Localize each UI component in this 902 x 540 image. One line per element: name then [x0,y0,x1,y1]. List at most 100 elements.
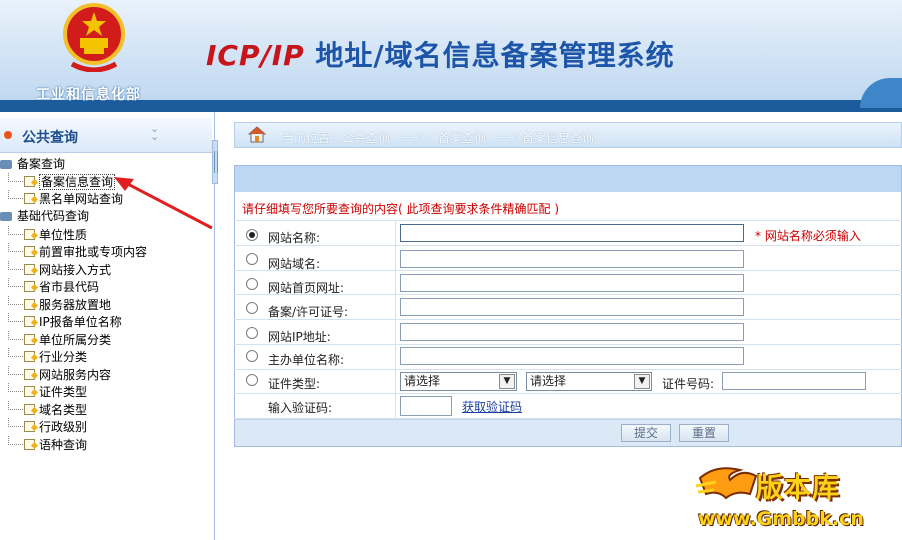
tree-line [8,313,23,322]
cert-number-label: 证件号码: [662,377,715,391]
tree-item-label: 省市县代码 [39,280,100,294]
homepage-input[interactable] [400,274,744,292]
document-icon [24,421,35,432]
sponsor-radio[interactable] [246,350,258,362]
site-name-radio[interactable] [246,229,258,241]
cert-number-input[interactable] [722,372,866,390]
tree-group-label: 基础代码查询 [17,209,90,223]
tree-item-label: 前置审批或专项内容 [39,245,148,259]
panel-bottom-bar [235,419,901,446]
tree-item-label: 语种查询 [39,437,88,452]
license-radio[interactable] [246,302,258,314]
document-icon [24,246,35,257]
tree-item-cert-type[interactable]: 证件类型 [0,383,87,400]
document-icon [24,193,35,204]
tree-item-blacklist-query[interactable]: 黑名单网站查询 [0,190,123,207]
tree-item-filing-info-query[interactable]: 备案信息查询 [0,173,116,190]
tree-item-label: 单位所属分类 [39,332,112,347]
document-icon [24,298,35,310]
tree-item-label: IP报备单位名称 [39,315,122,329]
row-divider [234,270,902,271]
header-wave [860,78,902,108]
tree-item-label: 证件类型 [39,385,88,399]
tree-line [8,295,23,305]
domain-label: 网站域名: [268,257,321,271]
get-captcha-link[interactable]: 获取验证码 [462,398,522,415]
domain-radio[interactable] [246,253,258,265]
ip-input[interactable] [400,323,744,341]
cert-subtype-select-value: 请选择 [530,374,567,388]
tree-item-label: 备案信息查询 [39,174,116,190]
sponsor-label: 主办单位名称: [268,353,345,367]
tree-item-unit-category[interactable]: 单位所属分类 [0,330,112,348]
tree-line [8,260,23,270]
tree-item-server-location[interactable]: 服务器放置地 [0,295,112,313]
annotation-arrow-icon [114,177,213,230]
document-icon [24,316,35,327]
national-emblem-icon [63,3,125,72]
chevron-down-icon[interactable]: ▼ [634,374,650,389]
folder-icon [0,212,12,221]
sponsor-input[interactable] [400,347,744,365]
cert-subtype-select[interactable]: 请选择 ▼ [526,372,652,391]
folder-icon [0,160,12,169]
cert-type-select-value: 请选择 [404,374,441,388]
tree-item-label: 行业分类 [39,350,88,364]
system-title-cn: 地址/域名信息备案管理系统 [315,39,675,72]
site-name-input[interactable] [400,224,744,242]
cert-type-label: 证件类型: [268,377,321,391]
tree-group-label: 备案查询 [17,157,66,171]
tree-line [8,243,23,252]
system-title-latin: ICP/IP [206,39,316,72]
tree-item-unit-nature[interactable]: 单位性质 [0,225,87,243]
document-icon [24,333,35,345]
tree-item-label: 网站接入方式 [39,262,112,277]
tree-item-label: 域名类型 [39,402,88,417]
submit-button[interactable]: 提交 [621,424,671,442]
cert-type-select[interactable]: 请选择 ▼ [400,372,517,391]
license-label: 备案/许可证号: [268,305,349,319]
tree-line [8,225,23,235]
tree-item-ip-unit[interactable]: IP报备单位名称 [0,313,122,330]
tree-item-label: 服务器放置地 [39,297,112,312]
captcha-input[interactable] [400,396,452,416]
panel-top-bar [235,166,901,192]
tree-item-region-code[interactable]: 省市县代码 [0,278,99,295]
watermark-url: www.Gmbbk.cn [698,508,864,530]
site-name-label: 网站名称: [268,231,321,245]
domain-input[interactable] [400,250,744,268]
cert-type-radio[interactable] [246,374,258,386]
breadcrumb-filing-query[interactable]: 备案查询 [438,129,486,146]
tree-item-label: 行政级别 [39,420,88,434]
homepage-radio[interactable] [246,278,258,290]
document-icon [24,176,35,187]
reset-button[interactable]: 重置 [679,424,729,442]
tree-item-admin-level[interactable]: 行政级别 [0,418,87,435]
tree-item-domain-type[interactable]: 域名类型 [0,400,88,418]
chevron-down-icon[interactable]: ▼ [499,374,515,389]
captcha-label: 输入验证码: [268,401,333,415]
row-divider [234,220,902,221]
tree-item-preapproval[interactable]: 前置审批或专项内容 [0,243,147,260]
tree-item-language[interactable]: 语种查询 [0,435,88,453]
tree-group-filing[interactable]: 备案查询 [0,156,65,173]
document-icon [24,386,35,397]
tree-item-access-method[interactable]: 网站接入方式 [0,260,112,278]
tree-item-label: 网站服务内容 [39,367,112,382]
ministry-name: 工业和信息化部 [36,87,141,103]
tree-group-basic-codes[interactable]: 基础代码查询 [0,208,89,225]
system-title: ICP/IP 地址/域名信息备案管理系统 [206,34,675,74]
tree-line [8,383,23,392]
row-divider [234,369,902,370]
tree-item-industry[interactable]: 行业分类 [0,348,87,365]
row-divider [234,245,902,246]
ip-radio[interactable] [246,327,258,339]
tree-line [8,435,23,445]
tree-item-service-content[interactable]: 网站服务内容 [0,365,112,383]
home-icon[interactable] [248,126,266,143]
tree-line [8,173,23,182]
license-input[interactable] [400,298,744,316]
sidebar-header[interactable]: 公共查询 ⌄ ⌄ [0,118,212,153]
tree-line [8,190,23,199]
collapse-chevron-icon[interactable]: ⌄ ⌄ [150,123,159,142]
